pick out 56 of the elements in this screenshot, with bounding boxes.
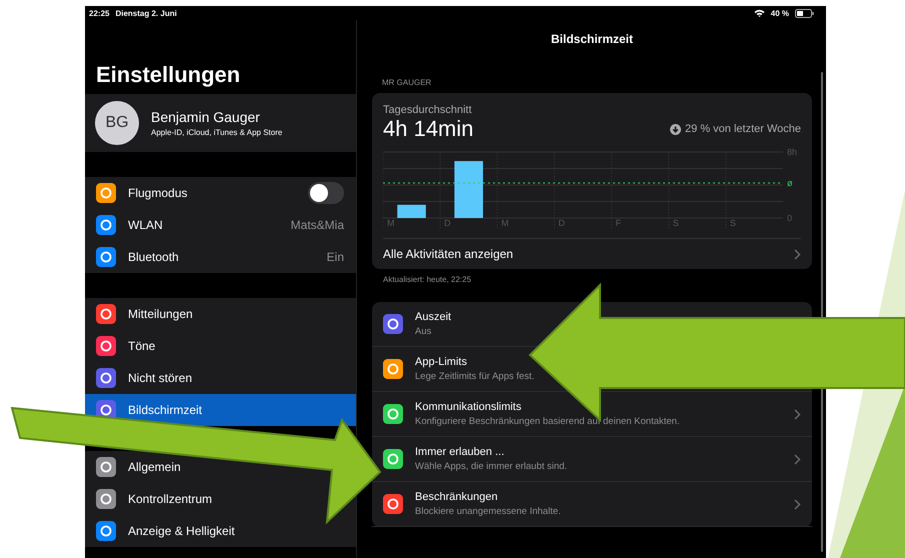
- settings-item[interactable]: Kontrollzentrum: [128, 492, 212, 506]
- profile-row[interactable]: BG Benjamin Gauger Apple-ID, iCloud, iTunes & App Store: [85, 94, 356, 152]
- option-title[interactable]: Immer erlauben ...: [415, 446, 568, 458]
- down-arrow-icon: [670, 124, 682, 134]
- avatar: BG: [95, 101, 139, 145]
- profile-subtitle: Apple-ID, iCloud, iTunes & App Store: [151, 128, 282, 137]
- wifi-icon: [754, 9, 765, 17]
- battery-percentage: 40 %: [770, 8, 789, 18]
- option-subtitle: Aus: [415, 326, 432, 337]
- option-title[interactable]: App-Limits: [415, 356, 534, 368]
- axis-label: M: [387, 218, 394, 228]
- updated-text: Aktualisiert: heute, 22:25: [382, 274, 472, 286]
- option-subtitle: Wähle Apps, die immer erlaubt sind.: [415, 461, 568, 472]
- section-label: MR GAUGER: [381, 77, 432, 89]
- settings-item[interactable]: Flugmodus: [128, 186, 188, 200]
- settings-item[interactable]: Bluetooth: [128, 250, 179, 264]
- axis-label: M: [501, 218, 509, 228]
- settings-item[interactable]: Anzeige & Helligkeit: [128, 524, 235, 538]
- axis-label: D: [558, 218, 565, 228]
- settings-title: Einstellungen: [95, 61, 242, 89]
- option-subtitle: Blockiere unangemessene Inhalte.: [415, 506, 561, 517]
- chevron-icon: [794, 248, 801, 260]
- screen-time-title: Bildschirmzeit: [550, 31, 634, 46]
- settings-item[interactable]: Töne: [128, 339, 156, 353]
- settings-item-value: Ein: [326, 250, 344, 264]
- toggle-switch[interactable]: [308, 182, 344, 204]
- chart-bar: [397, 204, 426, 218]
- option-title[interactable]: Kommunikationslimits: [415, 401, 680, 413]
- axis-label: S: [730, 218, 736, 228]
- profile-name: Benjamin Gauger: [151, 109, 261, 125]
- axis-label: D: [444, 218, 451, 228]
- settings-item[interactable]: Mitteilungen: [128, 307, 193, 321]
- chevron-icon: [794, 408, 801, 420]
- average-label: Tagesdurchschnitt: [383, 104, 473, 116]
- option-subtitle: Lege Zeitlimits für Apps fest.: [415, 371, 534, 382]
- average-total: 4h 14min: [383, 116, 474, 142]
- battery-icon: [795, 8, 814, 18]
- trend-text: 29 % von letzter Woche: [685, 123, 801, 135]
- settings-item[interactable]: Bildschirmzeit: [128, 403, 202, 417]
- settings-item[interactable]: WLAN: [128, 218, 163, 232]
- chart-bar: [454, 161, 483, 218]
- settings-item[interactable]: Allgemein: [128, 460, 181, 474]
- axis-label: 0: [787, 213, 792, 223]
- option-title[interactable]: Auszeit: [415, 311, 452, 323]
- all-activity-link[interactable]: Alle Aktivitäten anzeigen: [383, 238, 801, 269]
- chevron-icon: [794, 454, 801, 464]
- chevron-icon: [794, 498, 801, 510]
- average-label: ø: [787, 178, 792, 188]
- axis-label: S: [672, 218, 679, 228]
- settings-item-value: Mats&Mia: [290, 218, 344, 232]
- axis-label: 8h: [787, 147, 798, 157]
- axis-label: F: [616, 218, 622, 228]
- status-date: Dienstag 2. Juni: [115, 8, 177, 18]
- settings-item[interactable]: Nicht stören: [128, 371, 192, 385]
- option-title[interactable]: Beschränkungen: [415, 491, 561, 503]
- status-time: 22:25: [89, 8, 110, 18]
